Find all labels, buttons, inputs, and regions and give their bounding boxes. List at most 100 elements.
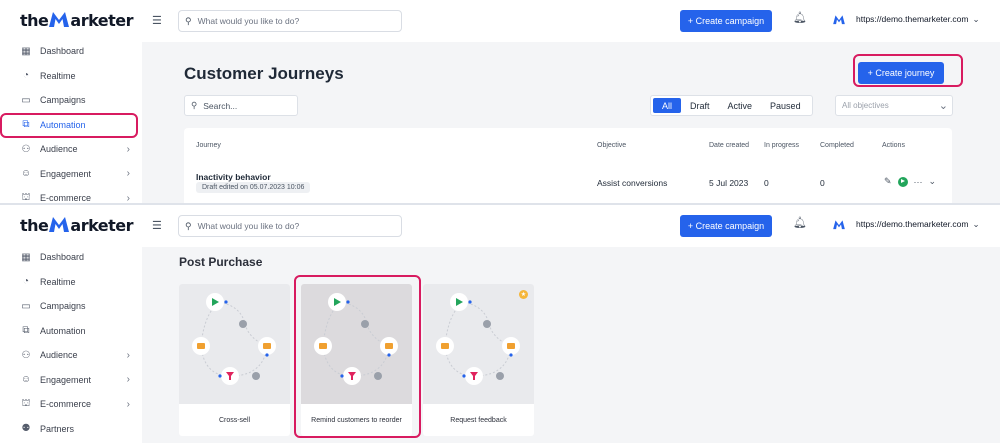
premium-star-icon: ★ bbox=[519, 290, 528, 299]
sidebar-item-label: Realtime bbox=[40, 70, 76, 81]
column-header-journey: Journey bbox=[196, 142, 221, 149]
chevron-right-icon: › bbox=[126, 349, 130, 361]
campaigns-icon: ▭ bbox=[21, 94, 31, 106]
column-header-completed: Completed bbox=[820, 142, 854, 149]
sidebar-item-label: Audience bbox=[40, 144, 78, 154]
sidebar-item-e-commerce[interactable]: ⛫ E-commerce › bbox=[20, 394, 138, 414]
chevron-right-icon: › bbox=[126, 192, 130, 204]
more-options-icon[interactable]: ··· bbox=[914, 177, 923, 187]
journey-objective: Assist conversions bbox=[597, 178, 668, 188]
chevron-right-icon: › bbox=[126, 398, 130, 410]
sidebar-item-label: Dashboard bbox=[40, 46, 85, 56]
sidebar: the arketer ▦ Dashboard ◔ Realtime ▭ Campaigns… bbox=[0, 205, 142, 443]
journey-in-progress: 0 bbox=[764, 178, 769, 188]
main-content: Post Purchase Cross-sell Remind customers… bbox=[142, 247, 1000, 443]
flow-diagram bbox=[192, 293, 276, 385]
themarketer-logo[interactable]: the arketer bbox=[20, 215, 134, 235]
filter-paused[interactable]: Paused bbox=[761, 98, 810, 113]
sidebar-item-realtime[interactable]: ◔ Realtime bbox=[20, 66, 138, 86]
filter-all[interactable]: All bbox=[653, 98, 682, 113]
template-card-label: Cross-sell bbox=[218, 416, 251, 424]
journey-completed: 0 bbox=[820, 178, 825, 188]
sidebar-item-dashboard[interactable]: ▦ Dashboard bbox=[20, 247, 138, 267]
collapse-menu-icon[interactable]: ☰ bbox=[152, 219, 162, 232]
edit-icon[interactable]: ✎ bbox=[884, 176, 892, 187]
ecommerce-icon: ⛫ bbox=[21, 397, 31, 409]
account-domain-dropdown[interactable]: https://demo.themarketer.com ⌄ bbox=[856, 14, 980, 25]
objectives-select[interactable]: All objectives ⌄ bbox=[835, 95, 953, 116]
chevron-right-icon: › bbox=[126, 168, 130, 179]
status-filter: All Draft Active Paused bbox=[650, 95, 813, 116]
sidebar-item-dashboard[interactable]: ▦ Dashboard bbox=[20, 41, 138, 61]
journey-search-input[interactable]: ⚲ Search... bbox=[184, 95, 298, 116]
global-search-input[interactable]: ⚲ What would you like to do? bbox=[178, 10, 402, 32]
email-icon bbox=[197, 343, 205, 349]
template-preview bbox=[179, 284, 290, 404]
sidebar-item-realtime[interactable]: ◔ Realtime bbox=[20, 272, 138, 292]
realtime-icon: ◔ bbox=[22, 276, 30, 287]
customer-journeys-screen: the arketer ▦ Dashboard ◔ Realtime ▭ Campaigns… bbox=[0, 0, 1000, 203]
template-preview bbox=[423, 284, 534, 404]
notifications-bell-icon[interactable]: 🔔︎ bbox=[793, 11, 807, 24]
create-campaign-button[interactable]: + Create campaign bbox=[680, 215, 772, 237]
sidebar-item-label: E-commerce bbox=[40, 193, 92, 203]
template-card[interactable]: ★ Request feedback bbox=[423, 284, 534, 436]
chevron-down-icon: ⌄ bbox=[972, 219, 980, 229]
sidebar-item-label: Realtime bbox=[40, 276, 76, 287]
account-domain-dropdown[interactable]: https://demo.themarketer.com ⌄ bbox=[856, 219, 980, 230]
journey-name[interactable]: Inactivity behavior bbox=[196, 172, 271, 182]
automation-highlight bbox=[0, 113, 138, 138]
realtime-icon: ◔ bbox=[22, 70, 30, 81]
dashboard-icon: ▦ bbox=[21, 251, 31, 263]
journey-date-created: 5 Jul 2023 bbox=[709, 178, 749, 188]
sidebar-item-campaigns[interactable]: ▭ Campaigns bbox=[20, 296, 138, 316]
sidebar-item-campaigns[interactable]: ▭ Campaigns bbox=[20, 90, 138, 110]
create-campaign-button[interactable]: + Create campaign bbox=[680, 10, 772, 32]
sidebar-item-engagement[interactable]: ☺ Engagement › bbox=[20, 370, 138, 390]
sidebar-item-label: Partners bbox=[40, 423, 75, 434]
column-header-in-progress: In progress bbox=[764, 142, 800, 149]
global-search-input[interactable]: ⚲ What would you like to do? bbox=[178, 215, 402, 237]
collapse-menu-icon[interactable]: ☰ bbox=[152, 14, 162, 27]
filter-draft[interactable]: Draft bbox=[681, 98, 719, 113]
sidebar-item-label: Engagement bbox=[40, 168, 92, 179]
search-icon: ⚲ bbox=[185, 220, 192, 231]
search-icon: ⚲ bbox=[191, 100, 198, 110]
template-card[interactable]: Cross-sell bbox=[179, 284, 290, 436]
notifications-bell-icon[interactable]: 🔔︎ bbox=[793, 216, 807, 229]
logo-m-icon bbox=[49, 12, 70, 27]
sidebar: the arketer ▦ Dashboard ◔ Realtime ▭ Campaigns… bbox=[0, 0, 142, 203]
audience-icon: ⚇ bbox=[21, 349, 31, 361]
sidebar-item-label: Campaigns bbox=[40, 301, 86, 311]
chevron-right-icon: › bbox=[126, 143, 130, 155]
campaigns-icon: ▭ bbox=[21, 300, 31, 312]
expand-row-icon[interactable]: ⌄ bbox=[929, 176, 937, 187]
top-bar: ☰ ⚲ What would you like to do? + Create … bbox=[142, 205, 1000, 247]
sidebar-item-partners[interactable]: ⚉ Partners bbox=[20, 419, 138, 439]
activate-icon[interactable] bbox=[897, 176, 908, 187]
sidebar-item-label: Automation bbox=[40, 325, 86, 336]
template-card-label: Request feedback bbox=[450, 416, 507, 424]
sidebar-item-label: Engagement bbox=[40, 374, 92, 385]
sidebar-item-automation[interactable]: ⧉ Automation bbox=[20, 321, 138, 341]
sidebar-item-e-commerce[interactable]: ⛫ E-commerce › bbox=[20, 188, 138, 204]
top-bar: ☰ ⚲ What would you like to do? + Create … bbox=[142, 0, 1000, 42]
dashboard-icon: ▦ bbox=[21, 45, 31, 57]
sidebar-item-audience[interactable]: ⚇ Audience › bbox=[20, 345, 138, 365]
flow-diagram bbox=[436, 293, 520, 385]
themarketer-logo[interactable]: the arketer bbox=[20, 10, 134, 30]
filter-active[interactable]: Active bbox=[719, 98, 762, 113]
sidebar-item-audience[interactable]: ⚇ Audience › bbox=[20, 139, 138, 159]
journeys-table: Journey Objective Date created In progre… bbox=[184, 128, 952, 203]
audience-icon: ⚇ bbox=[21, 143, 31, 155]
section-title: Post Purchase bbox=[179, 255, 263, 269]
engagement-icon: ☺ bbox=[20, 374, 32, 385]
column-header-date-created: Date created bbox=[709, 142, 750, 149]
sidebar-item-label: Dashboard bbox=[40, 252, 85, 262]
column-header-objective: Objective bbox=[597, 142, 627, 149]
main-content: Customer Journeys + Create journey ⚲ Sea… bbox=[142, 42, 1000, 203]
sidebar-item-label: E-commerce bbox=[40, 399, 92, 409]
chevron-down-icon: ⌄ bbox=[972, 14, 980, 24]
sidebar-item-engagement[interactable]: ☺ Engagement › bbox=[20, 164, 138, 184]
email-icon bbox=[263, 343, 271, 349]
